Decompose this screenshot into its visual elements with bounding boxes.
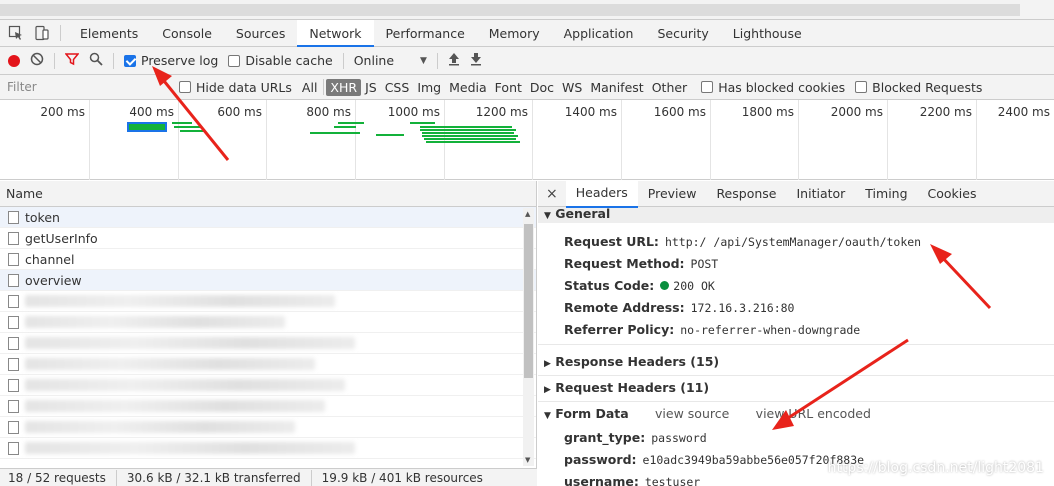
- arrowhead-form-data: [772, 410, 794, 430]
- arrow-request-url: [938, 253, 992, 310]
- arrow-form-data: [784, 338, 909, 422]
- arrow-preserve-log: [158, 75, 230, 161]
- arrowhead-request-url: [930, 244, 952, 264]
- annotation-arrows: [152, 66, 992, 430]
- arrowhead-preserve-log: [152, 66, 172, 86]
